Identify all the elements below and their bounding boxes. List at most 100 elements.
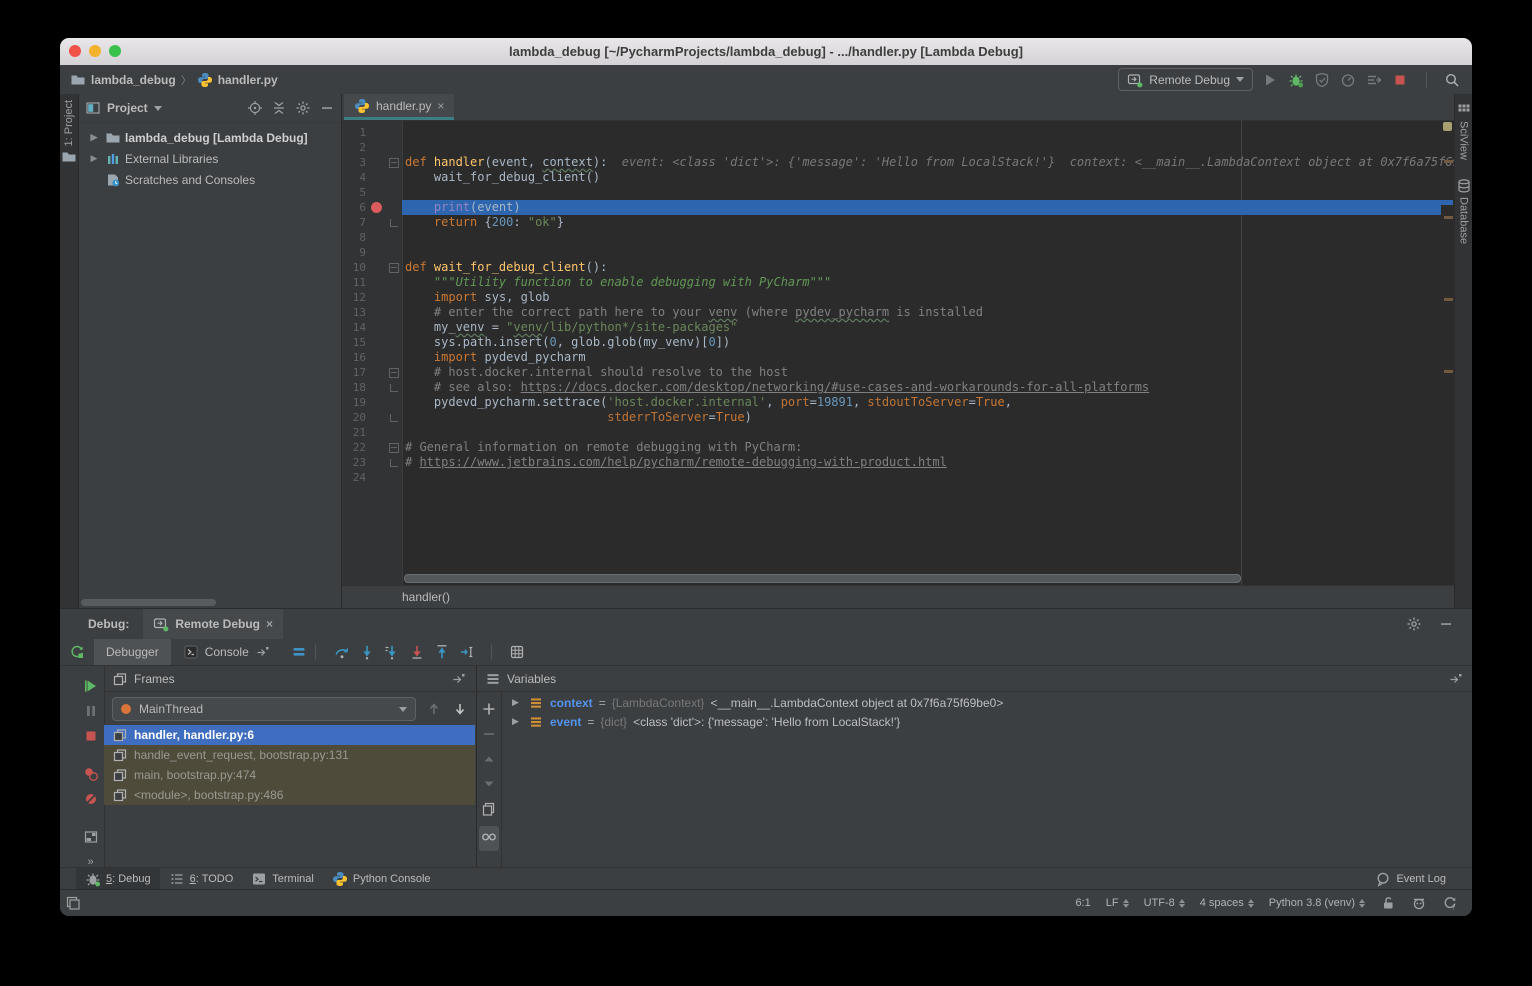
event-log-button[interactable]: Event Log	[1375, 871, 1472, 887]
debug-bug-icon[interactable]	[1288, 72, 1304, 88]
settings-icon[interactable]	[295, 100, 311, 116]
code-text[interactable]: return {200: "ok"}	[402, 215, 1441, 230]
search-icon[interactable]	[1444, 72, 1460, 88]
fold-marker-icon[interactable]	[389, 263, 399, 273]
rerun-icon[interactable]	[69, 644, 85, 660]
toolwindow-button----debug[interactable]: 5: Debug	[76, 868, 160, 890]
stripe-mark[interactable]	[1444, 370, 1453, 373]
toolbar-button-database[interactable]: Database	[1455, 178, 1472, 244]
fold-gutter[interactable]	[386, 380, 402, 395]
breadcrumb-project[interactable]: lambda_debug	[91, 73, 176, 87]
toolwindow-button-python-console[interactable]: Python Console	[323, 868, 440, 890]
breakpoint-gutter[interactable]	[366, 155, 386, 170]
breakpoint-gutter[interactable]	[366, 260, 386, 275]
breakpoint-gutter[interactable]	[366, 440, 386, 455]
stack-frame-row[interactable]: <module>, bootstrap.py:486	[104, 785, 475, 805]
tool-window-switcher-icon[interactable]	[60, 895, 81, 911]
fold-end-icon[interactable]	[390, 414, 398, 422]
fold-gutter[interactable]	[386, 245, 402, 260]
code-line-15[interactable]: 15 sys.path.insert(0, glob.glob(my_venv)…	[342, 335, 1441, 350]
chevron-right-icon[interactable]: ▶	[87, 153, 101, 164]
resume-icon[interactable]	[83, 678, 99, 694]
variable-row[interactable]: ▶context = {LambdaContext} <__main__.Lam…	[502, 693, 1472, 712]
toolwindow-button----todo[interactable]: 6: TODO	[160, 868, 243, 890]
breakpoint-gutter[interactable]	[366, 215, 386, 230]
status-item-python-3-8--venv-[interactable]: Python 3.8 (venv)	[1269, 897, 1365, 909]
breakpoint-gutter[interactable]	[366, 140, 386, 155]
next-frame-icon[interactable]	[452, 701, 468, 717]
code-line-18[interactable]: 18 # see also: https://docs.docker.com/d…	[342, 380, 1441, 395]
code-line-13[interactable]: 13 # enter the correct path here to your…	[342, 305, 1441, 320]
breakpoint-gutter[interactable]	[366, 350, 386, 365]
code-line-20[interactable]: 20 stderrToServer=True)	[342, 410, 1441, 425]
stripe-mark[interactable]	[1444, 160, 1453, 163]
code-text[interactable]: def wait_for_debug_client():	[402, 260, 1441, 275]
fold-gutter[interactable]	[386, 305, 402, 320]
code-line-4[interactable]: 4 wait_for_debug_client()	[342, 170, 1441, 185]
remove-icon[interactable]	[481, 726, 497, 742]
status-item-4-spaces[interactable]: 4 spaces	[1200, 897, 1254, 909]
breakpoint-gutter[interactable]	[366, 425, 386, 440]
breakpoint-gutter[interactable]	[366, 380, 386, 395]
code-text[interactable]: # host.docker.internal should resolve to…	[402, 365, 1441, 380]
stripe-mark-current-line[interactable]	[1441, 200, 1453, 205]
code-text[interactable]: stderrToServer=True)	[402, 410, 1441, 425]
fold-gutter[interactable]	[386, 320, 402, 335]
code-text[interactable]	[402, 425, 1441, 440]
fold-gutter[interactable]	[386, 365, 402, 380]
hide-panel-icon[interactable]	[1438, 616, 1454, 632]
chevron-down-icon[interactable]	[154, 106, 162, 111]
fold-gutter[interactable]	[386, 200, 402, 215]
code-text[interactable]	[402, 245, 1441, 260]
fold-marker-icon[interactable]	[389, 443, 399, 453]
breakpoint-gutter[interactable]	[366, 455, 386, 470]
fold-gutter[interactable]	[386, 455, 402, 470]
editor-horizontal-scrollbar[interactable]	[404, 574, 1241, 583]
code-text[interactable]: # General information on remote debuggin…	[402, 440, 1441, 455]
move-up-icon[interactable]	[481, 751, 497, 767]
stripe-mark[interactable]	[1444, 298, 1453, 301]
breakpoint-gutter[interactable]	[366, 365, 386, 380]
code-text[interactable]	[402, 470, 1441, 485]
code-line-23[interactable]: 23# https://www.jetbrains.com/help/pycha…	[342, 455, 1441, 470]
breakpoint-gutter[interactable]	[366, 305, 386, 320]
code-line-9[interactable]: 9	[342, 245, 1441, 260]
expand-icon[interactable]: ▶	[512, 716, 522, 727]
project-panel-title[interactable]: Project	[107, 101, 148, 115]
fold-marker-icon[interactable]	[389, 158, 399, 168]
debugger-tab-console[interactable]: Console	[171, 639, 283, 665]
code-text[interactable]: print(event)	[402, 200, 1441, 215]
stop-icon[interactable]	[83, 728, 99, 744]
update-icon[interactable]: ?	[1442, 895, 1458, 911]
status-item-utf-8[interactable]: UTF-8	[1144, 897, 1185, 909]
breakpoint-gutter[interactable]	[366, 185, 386, 200]
toolbar-button-project[interactable]: 1: Project	[60, 100, 78, 165]
fold-end-icon[interactable]	[390, 219, 398, 227]
fold-gutter[interactable]	[386, 170, 402, 185]
breakpoint-gutter[interactable]	[366, 125, 386, 140]
add-icon[interactable]	[481, 701, 497, 717]
project-horizontal-scrollbar[interactable]	[81, 599, 216, 606]
code-line-6[interactable]: 6 print(event)	[342, 200, 1441, 215]
view-breakpoints-icon[interactable]	[83, 766, 99, 782]
toolbar-button-sciview[interactable]: SciView	[1455, 102, 1472, 160]
coverage-icon[interactable]	[1314, 72, 1330, 88]
code-text[interactable]	[402, 230, 1441, 245]
expand-icon[interactable]: ▶	[512, 697, 522, 708]
layout-icon[interactable]	[83, 829, 99, 845]
error-stripe[interactable]	[1441, 120, 1455, 586]
fold-gutter[interactable]	[386, 440, 402, 455]
debugger-tab-debugger[interactable]: Debugger	[94, 639, 171, 665]
status-item-lf[interactable]: LF	[1106, 897, 1129, 909]
debug-session-tab[interactable]: Remote Debug ×	[143, 609, 283, 639]
stripe-mark[interactable]	[1444, 216, 1453, 219]
fold-gutter[interactable]	[386, 350, 402, 365]
code-line-24[interactable]: 24	[342, 470, 1441, 485]
chevron-right-icon[interactable]: ▶	[87, 132, 101, 143]
breakpoint-gutter[interactable]	[366, 275, 386, 290]
code-text[interactable]: # https://www.jetbrains.com/help/pycharm…	[402, 455, 1441, 470]
fold-gutter[interactable]	[386, 395, 402, 410]
fold-end-icon[interactable]	[390, 459, 398, 467]
move-down-icon[interactable]	[481, 776, 497, 792]
fold-gutter[interactable]	[386, 425, 402, 440]
